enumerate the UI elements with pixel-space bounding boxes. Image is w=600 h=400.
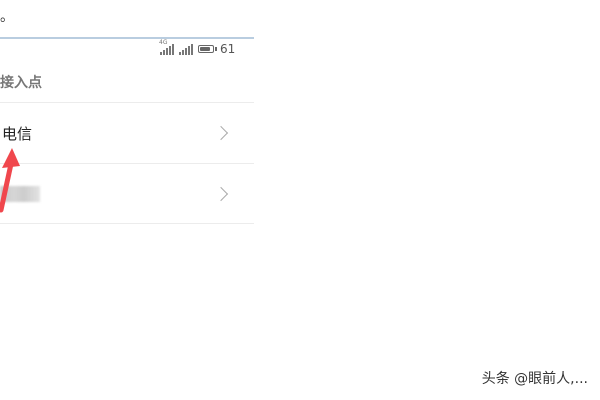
chevron-right-icon bbox=[213, 125, 229, 141]
top-punctuation: 。 bbox=[0, 9, 14, 25]
signal-strength-icon-2 bbox=[179, 43, 193, 55]
top-divider bbox=[0, 37, 254, 39]
apn-list-item-1[interactable]: 电信 bbox=[0, 102, 254, 163]
apn-list: 电信 bbox=[0, 102, 254, 224]
status-bar: 4G 61 bbox=[159, 39, 256, 57]
section-header-apn: 接入点 bbox=[0, 75, 42, 91]
apn-list-item-2[interactable] bbox=[0, 163, 254, 224]
watermark: 头条 @眼前人,... bbox=[481, 371, 588, 387]
signal-strength-icon-1: 4G bbox=[159, 39, 174, 55]
chevron-right-icon bbox=[213, 186, 229, 201]
network-type-label: 4G bbox=[159, 38, 168, 46]
annotation-arrow-shaft bbox=[0, 161, 14, 213]
battery-icon: 61 bbox=[198, 42, 235, 56]
battery-level-fill bbox=[200, 47, 211, 51]
annotation-arrow bbox=[0, 148, 20, 213]
battery-percentage: 61 bbox=[220, 42, 236, 56]
